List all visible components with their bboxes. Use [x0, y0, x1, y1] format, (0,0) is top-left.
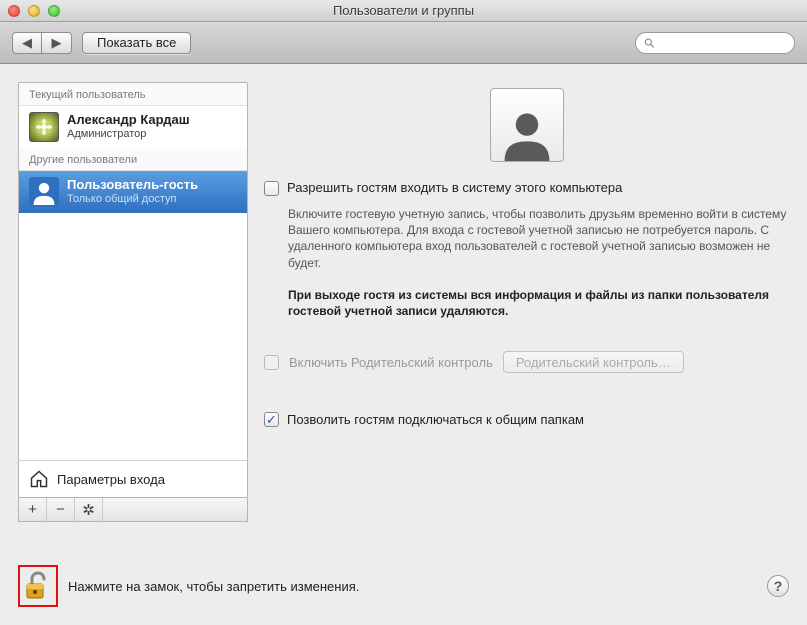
- gear-icon: ✲: [82, 501, 95, 519]
- unlocked-lock-icon: [24, 571, 50, 601]
- help-button[interactable]: ?: [767, 575, 789, 597]
- back-button[interactable]: ◀: [12, 32, 42, 54]
- search-icon: [644, 37, 655, 49]
- close-window-button[interactable]: [8, 5, 20, 17]
- person-icon: [499, 105, 555, 161]
- plus-icon: +: [28, 501, 37, 518]
- minimize-window-button[interactable]: [28, 5, 40, 17]
- current-user-name: Александр Кардаш: [67, 113, 190, 128]
- chevron-right-icon: ▶: [52, 35, 62, 51]
- flower-icon: [35, 118, 53, 136]
- zoom-window-button[interactable]: [48, 5, 60, 17]
- allow-guest-description: Включите гостевую учетную запись, чтобы …: [288, 206, 789, 271]
- login-options-button[interactable]: Параметры входа: [19, 460, 247, 497]
- search-input[interactable]: [659, 36, 786, 50]
- allow-guest-login-checkbox[interactable]: [264, 181, 279, 196]
- guest-user-name: Пользователь-гость: [67, 178, 198, 193]
- user-picture[interactable]: [490, 88, 564, 162]
- login-options-label: Параметры входа: [57, 472, 165, 487]
- open-parental-controls-button: Родительский контроль…: [503, 351, 684, 373]
- open-parental-controls-label: Родительский контроль…: [516, 355, 671, 370]
- add-user-button[interactable]: +: [19, 498, 47, 521]
- window-title: Пользователи и группы: [0, 3, 807, 18]
- parental-controls-label: Включить Родительский контроль: [289, 355, 493, 370]
- question-icon: ?: [774, 578, 783, 594]
- allow-guest-login-label: Разрешить гостям входить в систему этого…: [287, 180, 622, 195]
- allow-shared-folders-label: Позволить гостям подключаться к общим па…: [287, 412, 584, 427]
- forward-button[interactable]: ▶: [42, 32, 72, 54]
- parental-controls-checkbox: [264, 355, 279, 370]
- remove-user-button[interactable]: −: [47, 498, 75, 521]
- allow-shared-folders-checkbox[interactable]: ✓: [264, 412, 279, 427]
- sidebar-item-current-user[interactable]: Александр Кардаш Администратор: [19, 106, 247, 148]
- minus-icon: −: [56, 501, 65, 518]
- lock-text: Нажмите на замок, чтобы запретить измене…: [68, 579, 359, 594]
- sidebar-item-guest-user[interactable]: Пользователь-гость Только общий доступ: [19, 171, 247, 213]
- guest-user-role: Только общий доступ: [67, 193, 198, 206]
- chevron-left-icon: ◀: [22, 35, 32, 51]
- allow-guest-warning: При выходе гостя из системы вся информац…: [288, 287, 789, 319]
- person-icon: [31, 179, 57, 205]
- action-menu-button[interactable]: ✲: [75, 498, 103, 521]
- avatar: [29, 177, 59, 207]
- show-all-button[interactable]: Показать все: [82, 32, 191, 54]
- other-users-header: Другие пользователи: [19, 148, 247, 171]
- avatar: [29, 112, 59, 142]
- lock-button[interactable]: [18, 565, 58, 607]
- show-all-label: Показать все: [97, 35, 176, 50]
- search-field[interactable]: [635, 32, 795, 54]
- home-icon: [29, 469, 49, 489]
- current-user-role: Администратор: [67, 128, 190, 141]
- current-user-header: Текущий пользователь: [19, 83, 247, 106]
